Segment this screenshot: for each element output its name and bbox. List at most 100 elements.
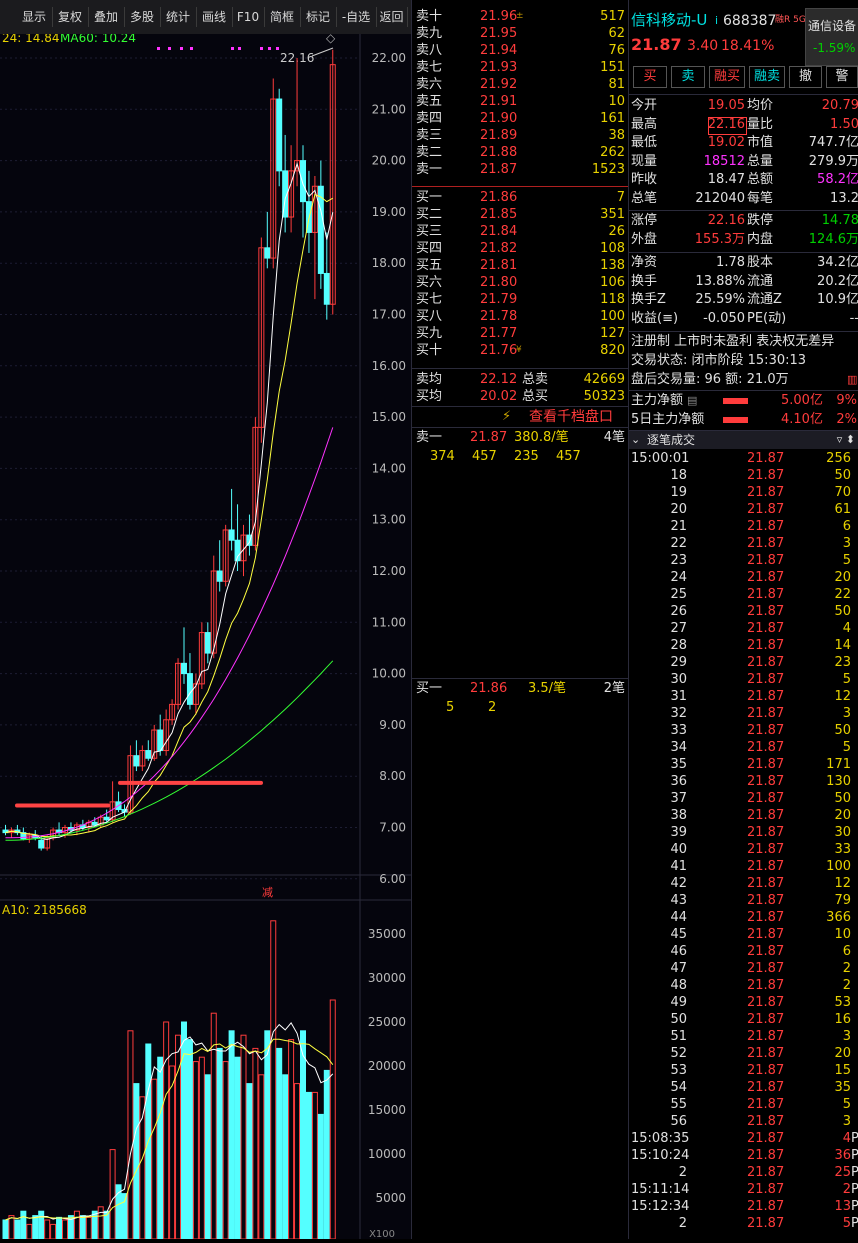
tick-price: 21.87 (747, 1182, 785, 1197)
volume-bar (62, 1219, 68, 1240)
fundamental-field-key: 流通 (747, 273, 774, 289)
chart-icon[interactable]: ▥ (847, 371, 857, 389)
trade-button-2[interactable]: 融买 (709, 66, 745, 88)
ask-level-7-price: 21.93 (480, 60, 518, 75)
sector-box[interactable]: 通信设备 -1.59% (805, 8, 858, 66)
tick-flag: P (851, 1182, 858, 1197)
volume-bar (294, 1083, 301, 1240)
trade-button-1[interactable]: 卖 (671, 66, 705, 88)
tick-volume: 171 (826, 757, 851, 772)
stock-code: 688387 (723, 13, 777, 29)
limit-field-value: 124.6万 (808, 231, 858, 247)
volume-bar (216, 1047, 223, 1240)
toolbar-btn-6[interactable]: F10 (232, 7, 265, 27)
tick-volume: 70 (834, 485, 851, 500)
toolbar-btn-4[interactable]: 统计 (160, 7, 197, 27)
volume-bar (8, 1215, 15, 1240)
bid-level-8-volume: 100 (600, 309, 625, 324)
tick-price: 21.87 (747, 893, 785, 908)
price-tick-label: 19.00 (372, 205, 406, 219)
trade-button-4[interactable]: 撤 (789, 66, 822, 88)
tick-volume: 4 (842, 1131, 851, 1146)
volume-bar (204, 1074, 211, 1240)
volume-bar (14, 1219, 21, 1240)
tick-price: 21.87 (747, 825, 785, 840)
tick-time: 21 (670, 519, 687, 534)
trade-button-0[interactable]: 买 (633, 66, 667, 88)
kline-svg[interactable]: 22.00 21.00 20.00 19.00 18.00 17.00 16.00 15.00… (0, 31, 411, 1240)
toolbar-btn-0[interactable]: 显示 (16, 7, 53, 27)
trade-button-5[interactable]: 警 (826, 66, 858, 88)
volume-bar (234, 1056, 241, 1240)
tick-price: 21.87 (747, 553, 785, 568)
avg-buy-value: 20.02 (480, 389, 518, 404)
tick-price: 21.87 (747, 927, 785, 942)
toolbar-btn-10[interactable]: 返回 (376, 7, 408, 27)
candle-body (38, 839, 45, 849)
trade-status: 交易状态: 闭市阶段 15:30:13 (631, 353, 807, 368)
toolbar-btn-2[interactable]: 叠加 (88, 7, 125, 27)
tick-time: 52 (670, 1046, 687, 1061)
price-tick-label: 17.00 (372, 308, 406, 322)
quote-panel: 信科移动-U i 688387 融R 5G 通信设备 -1.59% 21.87 3.40 18.… (628, 0, 858, 1239)
tick-time: 37 (670, 791, 687, 806)
bid-level-7-volume: 118 (600, 292, 625, 307)
filter-icon[interactable]: ▿ ⬍ (837, 431, 855, 449)
volume-bar (311, 1091, 318, 1240)
volume-bar (26, 1223, 33, 1240)
last-price: 21.87 (631, 35, 682, 54)
toolbar-btn-9[interactable]: -自选 (336, 7, 377, 27)
tick-volume: 4 (842, 621, 851, 636)
ticks-title: 逐笔成交 (647, 433, 696, 447)
price-tick-label: 12.00 (372, 564, 406, 578)
volume-bar (252, 1047, 259, 1240)
volume-bar (282, 1074, 289, 1240)
bid-level-3-price: 21.84 (480, 224, 518, 239)
toolbar-btn-3[interactable]: 多股 (124, 7, 161, 27)
ask-level-3-volume: 38 (608, 128, 625, 143)
tick-volume: 256 (826, 451, 851, 466)
volume-bar (258, 1074, 265, 1240)
sell1-detail-price: 21.87 (470, 430, 508, 445)
price-tick-label: 11.00 (372, 615, 406, 629)
toolbar-btn-8[interactable]: 标记 (300, 7, 337, 27)
sell1-order: 235 (514, 449, 539, 464)
ask-level-5-volume: 10 (608, 94, 625, 109)
bid-level-10-volume: 820 (600, 343, 625, 358)
trade-button-3[interactable]: 融卖 (749, 66, 785, 88)
kline-chart[interactable]: 22.00 21.00 20.00 19.00 18.00 17.00 16.00 15.00… (0, 31, 411, 1240)
tick-volume: 3 (842, 706, 851, 721)
thousand-levels-link[interactable]: 查看千档盘口 (529, 408, 613, 426)
bid-level-1-volume: 7 (616, 190, 625, 205)
toolbar-btn-7[interactable]: 简框 (264, 7, 301, 27)
ask-level-5-label: 卖五 (416, 94, 443, 109)
quote-field-value: 1.50 (830, 116, 858, 132)
limit-field-key: 内盘 (747, 231, 774, 247)
info-icon[interactable]: i (715, 12, 718, 30)
tick-price: 21.87 (747, 1216, 785, 1231)
toolbar-btn-1[interactable]: 复权 (52, 7, 89, 27)
tick-volume: 13 (834, 1199, 851, 1214)
collapse-icon[interactable]: ⌄ (631, 431, 640, 449)
volume-bar (317, 1113, 324, 1240)
avg-sell-value: 22.12 (480, 372, 518, 387)
tick-volume: 2 (842, 1182, 851, 1197)
top-marker-dot (190, 47, 193, 50)
list-icon[interactable]: ▤ (687, 392, 697, 410)
candle-body (133, 755, 140, 767)
candle-body (145, 750, 152, 759)
toolbar-btn-5[interactable]: 画线 (196, 7, 233, 27)
tick-price: 21.87 (747, 689, 785, 704)
tick-time: 55 (670, 1097, 687, 1112)
ask-level-9-label: 卖九 (416, 26, 443, 41)
volume-bar (56, 1216, 63, 1240)
tick-price: 21.87 (747, 468, 785, 483)
buy1-order: 2 (488, 700, 497, 715)
quote-field-key: 今开 (631, 98, 658, 113)
tick-price: 21.87 (747, 536, 785, 551)
tick-flag: P (851, 1131, 858, 1146)
tick-volume: 25 (834, 1165, 851, 1180)
quote-separator (629, 252, 858, 253)
candle-body (186, 673, 193, 705)
tick-time: 33 (670, 723, 687, 738)
